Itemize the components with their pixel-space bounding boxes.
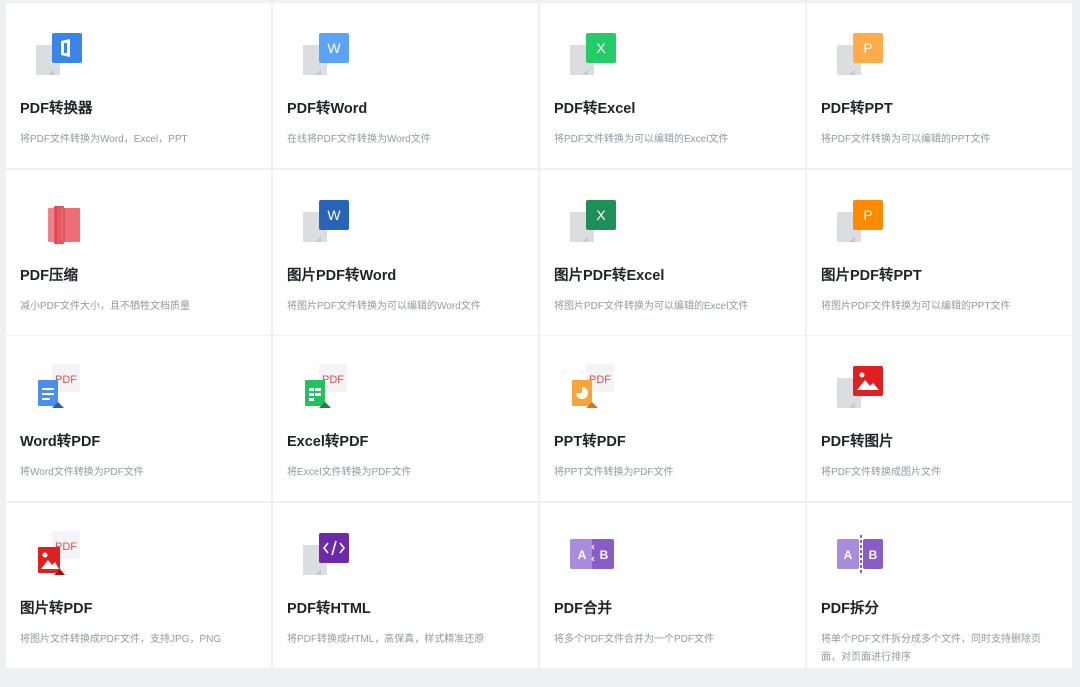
tool-title: PDF转Word — [287, 101, 368, 117]
tool-description: 将图片文件转换成PDF文件，支持JPG，PNG — [20, 633, 222, 645]
tool-description: 将PPT文件转换为PDF文件 — [554, 467, 674, 478]
svg-text:PDF: PDF — [589, 374, 611, 386]
svg-text:W: W — [327, 40, 341, 56]
word-icon: W — [301, 196, 349, 244]
tool-description: 将多个PDF文件合并为一个PDF文件 — [554, 633, 714, 645]
svg-text:B: B — [869, 548, 878, 562]
tool-card-image-pdf-to-ppt[interactable]: P 图片PDF转PPT 将图片PDF文件转换为可以编辑的PPT文件 — [807, 169, 1072, 335]
excel-icon: X — [568, 29, 616, 77]
sheet-to-pdf-icon: PDF — [301, 362, 349, 410]
word-icon: W — [301, 29, 349, 77]
tool-title: PDF转换器 — [20, 101, 93, 117]
code-icon — [301, 529, 349, 577]
tool-title: PDF转Excel — [554, 101, 636, 117]
tool-title: 图片转PDF — [20, 600, 93, 617]
svg-text:A: A — [578, 548, 587, 562]
tool-title: PDF转图片 — [821, 434, 894, 450]
tool-description: 将PDF文件转换成图片文件 — [821, 467, 941, 478]
slides-to-pdf-icon: PDF — [568, 362, 616, 410]
svg-text:P: P — [863, 207, 872, 223]
image-to-pdf-icon: PDF — [34, 529, 82, 577]
tool-description: 将图片PDF文件转换为可以编辑的Word文件 — [287, 300, 481, 312]
tool-title: 图片PDF转Excel — [554, 267, 665, 284]
ppt-icon: P — [835, 29, 883, 77]
svg-text:X: X — [596, 40, 606, 56]
tool-card-pdf-to-ppt[interactable]: P PDF转PPT 将PDF文件转换为可以编辑的PPT文件 — [807, 3, 1072, 168]
tool-description: 在线将PDF文件转换为Word文件 — [287, 134, 431, 145]
tool-card-pdf-to-word[interactable]: W PDF转Word 在线将PDF文件转换为Word文件 — [273, 3, 538, 168]
tool-description: 将PDF转换成HTML，高保真，样式精准还原 — [287, 633, 485, 645]
tool-grid: PDF转换器 将PDF文件转换为Word，Excel，PPT W PDF转Wor… — [6, 3, 1072, 687]
merge-icon: AB — [568, 529, 616, 577]
svg-text:P: P — [863, 40, 872, 56]
tool-card-ppt-to-pdf[interactable]: PDF PPT转PDF 将PPT文件转换为PDF文件 — [540, 336, 805, 501]
tool-card-pdf-to-html[interactable]: PDF转HTML 将PDF转换成HTML，高保真，样式精准还原 — [273, 502, 538, 668]
tool-card-pdf-to-excel[interactable]: X PDF转Excel 将PDF文件转换为可以编辑的Excel文件 — [540, 3, 805, 168]
tool-description: 减小PDF文件大小，且不牺牲文档质量 — [20, 300, 190, 312]
tool-card-pdf-converter[interactable]: PDF转换器 将PDF文件转换为Word，Excel，PPT — [6, 3, 271, 168]
tool-title: Excel转PDF — [287, 434, 369, 450]
compress-icon — [34, 196, 82, 244]
svg-text:PDF: PDF — [55, 374, 77, 386]
tool-title: 图片PDF转Word — [287, 267, 397, 284]
tool-description: 将PDF文件转换为可以编辑的PPT文件 — [821, 134, 991, 145]
doc-to-pdf-icon: PDF — [34, 362, 82, 410]
tool-title: Word转PDF — [20, 434, 101, 450]
image-icon — [835, 362, 883, 410]
office-icon — [34, 29, 82, 77]
tool-description: 将PDF文件转换为可以编辑的Excel文件 — [554, 134, 729, 145]
tool-description: 将PDF文件转换为Word，Excel，PPT — [20, 134, 188, 145]
svg-text:A: A — [844, 548, 853, 562]
svg-text:X: X — [596, 207, 606, 223]
tool-title: PDF拆分 — [821, 600, 879, 617]
tool-title: 图片PDF转PPT — [821, 267, 922, 284]
tool-card-pdf-compress[interactable]: PDF压缩 减小PDF文件大小，且不牺牲文档质量 — [6, 169, 271, 335]
excel-icon: X — [568, 196, 616, 244]
tool-title: PPT转PDF — [554, 434, 626, 450]
tool-description: 将Word文件转换为PDF文件 — [20, 467, 144, 478]
ppt-icon: P — [835, 196, 883, 244]
svg-text:PDF: PDF — [322, 374, 344, 386]
tool-title: PDF合并 — [554, 600, 612, 617]
tool-card-image-pdf-to-word[interactable]: W 图片PDF转Word 将图片PDF文件转换为可以编辑的Word文件 — [273, 169, 538, 335]
svg-text:W: W — [327, 207, 341, 223]
tool-title: PDF转HTML — [287, 600, 371, 617]
tool-card-excel-to-pdf[interactable]: PDF Excel转PDF 将Excel文件转换为PDF文件 — [273, 336, 538, 501]
tool-card-pdf-split[interactable]: AB PDF拆分 将单个PDF文件拆分成多个文件，同时支持删除页面，对页面进行排… — [807, 502, 1072, 668]
tool-card-pdf-merge[interactable]: AB PDF合并 将多个PDF文件合并为一个PDF文件 — [540, 502, 805, 668]
tool-card-word-to-pdf[interactable]: PDF Word转PDF 将Word文件转换为PDF文件 — [6, 336, 271, 501]
tool-card-image-pdf-to-excel[interactable]: X 图片PDF转Excel 将图片PDF文件转换为可以编辑的Excel文件 — [540, 169, 805, 335]
split-icon: AB — [835, 529, 883, 577]
tool-description: 将Excel文件转换为PDF文件 — [287, 467, 412, 478]
tool-title: PDF转PPT — [821, 101, 893, 117]
tool-title: PDF压缩 — [20, 267, 78, 284]
tool-card-pdf-to-image[interactable]: PDF转图片 将PDF文件转换成图片文件 — [807, 336, 1072, 501]
tool-card-image-to-pdf[interactable]: PDF 图片转PDF 将图片文件转换成PDF文件，支持JPG，PNG — [6, 502, 271, 668]
tool-description: 将图片PDF文件转换为可以编辑的Excel文件 — [554, 300, 749, 312]
tool-description: 将单个PDF文件拆分成多个文件，同时支持删除页面，对页面进行排序 — [821, 633, 1041, 663]
svg-text:B: B — [600, 548, 609, 562]
tool-description: 将图片PDF文件转换为可以编辑的PPT文件 — [821, 300, 1011, 312]
